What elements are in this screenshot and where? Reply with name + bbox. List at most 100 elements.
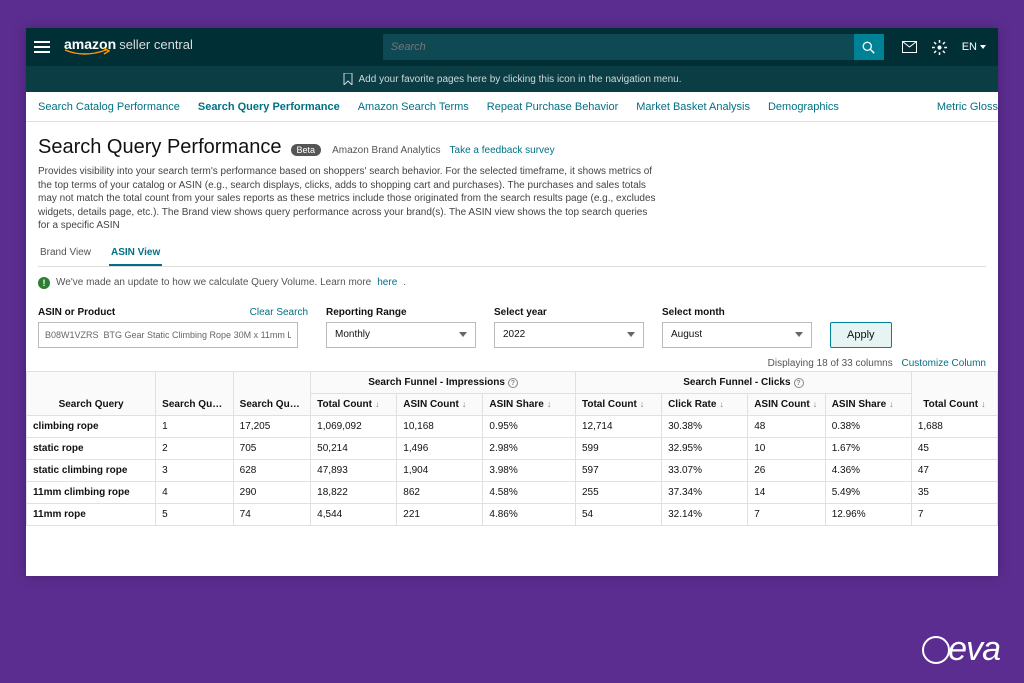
cell: 12,714 — [575, 415, 661, 437]
search-icon — [862, 41, 875, 54]
cell: 2.98% — [483, 437, 576, 459]
update-notice: ! We've made an update to how we calcula… — [38, 277, 986, 289]
tab-amazon-search-terms[interactable]: Amazon Search Terms — [358, 101, 469, 113]
page-source-label: Amazon Brand Analytics — [332, 145, 440, 156]
help-icon[interactable]: ? — [794, 378, 804, 388]
tab-brand-view[interactable]: Brand View — [38, 247, 93, 266]
cell: 7 — [911, 503, 997, 525]
page-title: Search Query Performance — [38, 136, 281, 159]
notice-learn-more-link[interactable]: here — [377, 277, 397, 288]
eva-logo: eva — [922, 630, 1000, 669]
cell: 11mm rope — [27, 503, 156, 525]
reporting-range-label: Reporting Range — [326, 307, 476, 318]
cell: 45 — [911, 437, 997, 459]
cell: 1,496 — [397, 437, 483, 459]
group-impressions: Search Funnel - Impressions? — [311, 371, 576, 393]
col-asin-count2[interactable]: ASIN Count↓ — [748, 393, 826, 415]
asin-input[interactable] — [38, 322, 298, 348]
help-icon[interactable]: ? — [508, 378, 518, 388]
cell: 599 — [575, 437, 661, 459]
table-row[interactable]: 11mm climbing rope429018,8228624.58%2553… — [27, 481, 998, 503]
cell: 47 — [911, 459, 997, 481]
cell: 4,544 — [311, 503, 397, 525]
cell: 32.14% — [662, 503, 748, 525]
search-input[interactable] — [383, 41, 854, 53]
hamburger-menu-icon[interactable] — [34, 37, 54, 57]
table-row[interactable]: 11mm rope5744,5442214.86%5432.14%712.96%… — [27, 503, 998, 525]
reporting-range-select[interactable]: Monthly — [326, 322, 476, 348]
cell: 0.95% — [483, 415, 576, 437]
chevron-down-icon — [795, 332, 803, 337]
cell: 11mm climbing rope — [27, 481, 156, 503]
cell: 290 — [233, 481, 311, 503]
col-search-query[interactable]: Search Query — [27, 371, 156, 415]
col-total2[interactable]: Total Count↓ — [575, 393, 661, 415]
cell: 628 — [233, 459, 311, 481]
cell: 4 — [156, 481, 234, 503]
cell: 3 — [156, 459, 234, 481]
col-total3[interactable]: Total Count↓ — [911, 371, 997, 415]
sort-down-icon: ↓ — [813, 399, 818, 409]
favorites-bar: Add your favorite pages here by clicking… — [26, 66, 998, 92]
month-select[interactable]: August — [662, 322, 812, 348]
sort-down-icon: ↓ — [719, 399, 724, 409]
language-label: EN — [962, 41, 977, 53]
cell: 50,214 — [311, 437, 397, 459]
apply-button[interactable]: Apply — [830, 322, 892, 348]
col-asin-count1[interactable]: ASIN Count↓ — [397, 393, 483, 415]
cell: 48 — [748, 415, 826, 437]
tab-asin-view[interactable]: ASIN View — [109, 247, 162, 266]
col-volume[interactable]: Search Query Volume↓ — [233, 371, 311, 415]
table-row[interactable]: static rope270550,2141,4962.98%59932.95%… — [27, 437, 998, 459]
columns-count-text: Displaying 18 of 33 columns — [768, 358, 893, 369]
cell: 18,822 — [311, 481, 397, 503]
page-description: Provides visibility into your search ter… — [38, 165, 658, 233]
global-search[interactable] — [383, 34, 884, 60]
cell: static climbing rope — [27, 459, 156, 481]
customize-columns-link[interactable]: Customize Column — [902, 358, 986, 369]
cell: 255 — [575, 481, 661, 503]
sort-down-icon: ↓ — [547, 399, 552, 409]
sort-down-icon: ↓ — [981, 399, 986, 409]
cell: 862 — [397, 481, 483, 503]
chevron-down-icon — [627, 332, 635, 337]
tab-search-catalog-performance[interactable]: Search Catalog Performance — [38, 101, 180, 113]
gear-icon[interactable] — [932, 39, 948, 55]
mail-icon[interactable] — [902, 39, 918, 55]
tab-market-basket-analysis[interactable]: Market Basket Analysis — [636, 101, 750, 113]
cell: 54 — [575, 503, 661, 525]
filters-row: ASIN or Product Clear Search Reporting R… — [26, 307, 998, 348]
chevron-down-icon — [980, 45, 986, 49]
cell: 74 — [233, 503, 311, 525]
col-total1[interactable]: Total Count↓ — [311, 393, 397, 415]
cell: 47,893 — [311, 459, 397, 481]
cell: 4.58% — [483, 481, 576, 503]
year-select[interactable]: 2022 — [494, 322, 644, 348]
language-selector[interactable]: EN — [962, 41, 986, 53]
clear-search-link[interactable]: Clear Search — [250, 307, 308, 318]
col-asin-share2[interactable]: ASIN Share↓ — [825, 393, 911, 415]
month-label: Select month — [662, 307, 812, 318]
sort-down-icon: ↓ — [375, 399, 380, 409]
cell: 1,688 — [911, 415, 997, 437]
feedback-survey-link[interactable]: Take a feedback survey — [450, 145, 555, 156]
brand-sub: seller central — [119, 37, 193, 52]
col-asin-share1[interactable]: ASIN Share↓ — [483, 393, 576, 415]
cell: 17,205 — [233, 415, 311, 437]
cell: 33.07% — [662, 459, 748, 481]
month-value: August — [671, 329, 702, 340]
bookmark-icon — [343, 73, 353, 85]
tab-metric-glossary[interactable]: Metric Gloss — [937, 101, 998, 113]
col-score[interactable]: Search Query Score↑ — [156, 371, 234, 415]
tab-demographics[interactable]: Demographics — [768, 101, 839, 113]
table-row[interactable]: climbing rope117,2051,069,09210,1680.95%… — [27, 415, 998, 437]
cell: 32.95% — [662, 437, 748, 459]
col-click-rate[interactable]: Click Rate↓ — [662, 393, 748, 415]
cell: climbing rope — [27, 415, 156, 437]
eva-text: eva — [948, 630, 1000, 669]
tab-search-query-performance[interactable]: Search Query Performance — [198, 101, 340, 113]
search-button[interactable] — [854, 34, 884, 60]
amazon-swoosh-icon — [64, 52, 112, 58]
table-row[interactable]: static climbing rope362847,8931,9043.98%… — [27, 459, 998, 481]
tab-repeat-purchase-behavior[interactable]: Repeat Purchase Behavior — [487, 101, 618, 113]
